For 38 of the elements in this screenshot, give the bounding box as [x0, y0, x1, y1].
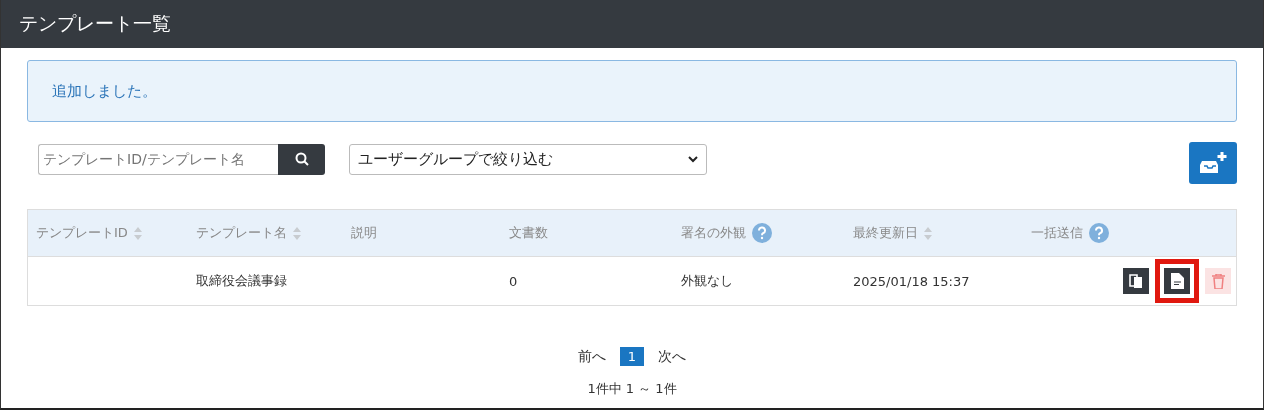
column-label: 文書数 [509, 224, 548, 242]
trash-icon [1211, 273, 1225, 289]
inbox-plus-icon [1199, 151, 1227, 175]
page-title: テンプレート一覧 [1, 0, 1263, 48]
column-label: 最終更新日 [853, 224, 918, 242]
copy-icon [1129, 273, 1143, 289]
search-icon [294, 152, 309, 166]
table-cell: 外観なし [681, 273, 733, 288]
delete-button[interactable] [1205, 268, 1231, 294]
result-count: 1件中 1 ～ 1件 [587, 381, 677, 396]
column-header[interactable]: 最終更新日 [845, 210, 1023, 256]
page-number[interactable]: 1 [619, 347, 645, 366]
column-label: テンプレート名 [196, 224, 287, 242]
help-icon[interactable] [752, 223, 772, 243]
document-icon [1170, 273, 1184, 289]
column-label: 一括送信 [1031, 224, 1083, 242]
copy-button[interactable] [1123, 268, 1149, 294]
column-label: テンプレートID [36, 224, 128, 242]
column-label: 説明 [351, 224, 377, 242]
add-template-button[interactable] [1189, 142, 1237, 184]
success-alert: 追加しました。 [27, 60, 1237, 122]
help-icon[interactable] [1089, 223, 1109, 243]
sort-icon[interactable] [924, 226, 932, 240]
group-filter-dropdown[interactable]: ユーザーグループで絞り込む [349, 143, 707, 175]
sort-icon[interactable] [293, 226, 301, 240]
table-cell: 0 [509, 273, 518, 289]
search-button[interactable] [278, 143, 325, 175]
next-link[interactable]: 次へ [658, 347, 687, 366]
template-button[interactable] [1164, 268, 1190, 294]
column-header[interactable]: テンプレートID [28, 210, 188, 256]
table-cell: 取締役会議事録 [196, 273, 287, 288]
sort-icon[interactable] [133, 226, 142, 240]
search-field[interactable]: テンプレートID/テンプレート名 [38, 143, 278, 175]
prev-link[interactable]: 前へ [577, 347, 606, 366]
chevron-icon [688, 155, 698, 163]
column-label: 署名の外観 [681, 224, 746, 242]
column-header[interactable]: テンプレート名 [188, 210, 343, 256]
table-cell: 2025/01/18 15:37 [853, 273, 970, 289]
